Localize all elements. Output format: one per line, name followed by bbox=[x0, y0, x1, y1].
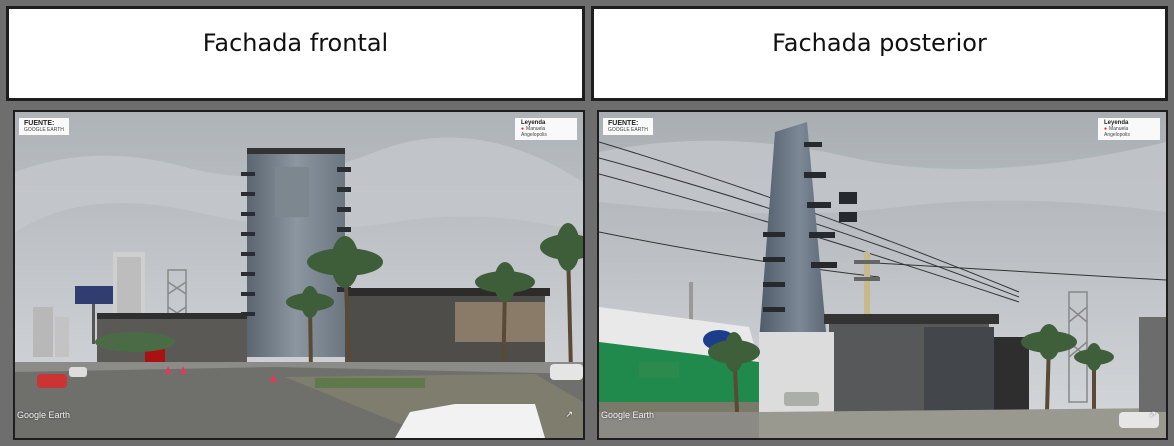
legend-box-back: Leyenda ● Manuela Angelopolis bbox=[1098, 118, 1160, 140]
front-street-view-image bbox=[15, 112, 583, 438]
source-title-front: FUENTE: bbox=[24, 120, 55, 127]
legend-box-front: Leyenda ● Manuela Angelopolis bbox=[515, 118, 577, 140]
facade-table: Fachada frontal Fachada posterior FUENTE… bbox=[6, 6, 1168, 440]
source-title-back: FUENTE: bbox=[608, 120, 639, 127]
compass-icon: ↗ bbox=[1148, 410, 1156, 420]
back-facade-photo: FUENTE: GOOGLE EARTH Leyenda ● Manuela An… bbox=[597, 110, 1168, 440]
source-label-front: FUENTE: GOOGLE EARTH bbox=[19, 118, 69, 135]
header-cell-front: Fachada frontal bbox=[6, 6, 585, 101]
legend-item-label-back: Manuela Angelopolis bbox=[1104, 126, 1130, 138]
google-earth-watermark-back: Google Earth bbox=[601, 410, 655, 420]
header-front-label: Fachada frontal bbox=[202, 29, 389, 57]
google-earth-watermark-front: Google Earth bbox=[17, 410, 71, 420]
source-name-front: GOOGLE EARTH bbox=[24, 127, 64, 133]
source-label-back: FUENTE: GOOGLE EARTH bbox=[603, 118, 653, 135]
legend-item-label-front: Manuela Angelopolis bbox=[521, 126, 547, 138]
source-name-back: GOOGLE EARTH bbox=[608, 127, 648, 133]
header-cell-back: Fachada posterior bbox=[591, 6, 1168, 101]
legend-item-back: ● Manuela Angelopolis bbox=[1104, 126, 1154, 138]
back-street-view-image bbox=[599, 112, 1166, 438]
legend-item-front: ● Manuela Angelopolis bbox=[521, 126, 571, 138]
header-back-label: Fachada posterior bbox=[772, 29, 987, 57]
compass-icon: ↗ bbox=[565, 410, 573, 420]
front-facade-photo: FUENTE: GOOGLE EARTH Leyenda ● Manuela An… bbox=[13, 110, 585, 440]
